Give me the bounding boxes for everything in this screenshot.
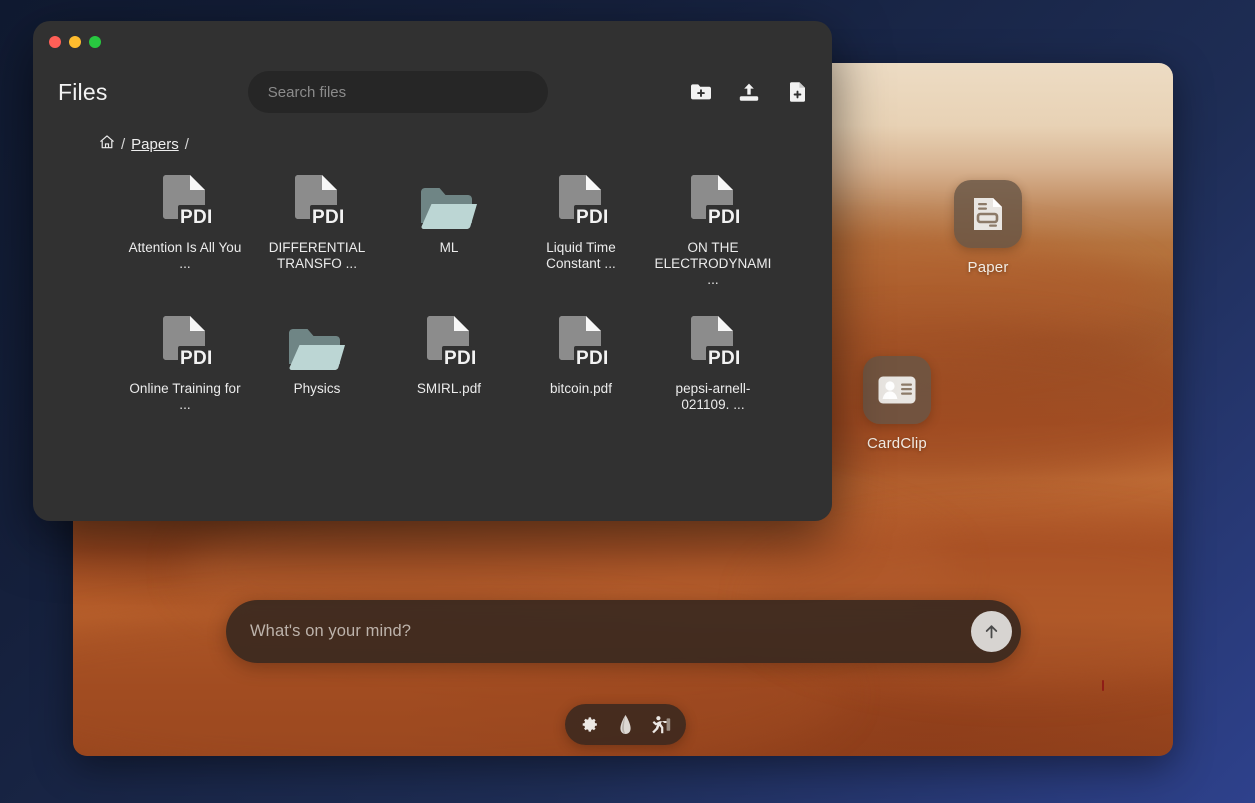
files-window-header: Files: [33, 59, 832, 125]
folder-icon-wrap: [288, 310, 346, 372]
pdf-file-icon: PDF: [163, 316, 211, 369]
breadcrumb: / Papers /: [99, 134, 189, 154]
pdf-file-icon: PDF: [559, 316, 607, 369]
file-grid-item[interactable]: Physics: [251, 302, 383, 413]
header-actions: [688, 79, 810, 105]
file-grid-item[interactable]: PDF DIFFERENTIAL TRANSFO ...: [251, 161, 383, 288]
dock-item-exit[interactable]: [649, 713, 673, 737]
pdf-file-icon: PDF: [163, 175, 211, 228]
desktop-icon-label: CardClip: [867, 435, 927, 452]
exit-run-icon: [652, 716, 671, 734]
breadcrumb-home-button[interactable]: [99, 134, 115, 154]
file-grid-item[interactable]: ML: [383, 161, 515, 288]
search-input[interactable]: [267, 83, 528, 101]
window-traffic-lights: [43, 30, 107, 54]
pdf-icon-wrap: PDF: [687, 310, 739, 372]
desktop-icon-label: Paper: [967, 259, 1009, 276]
svg-text:PDF: PDF: [576, 348, 607, 369]
file-item-label: Liquid Time Constant ...: [546, 240, 616, 271]
search-box[interactable]: [247, 71, 548, 113]
folder-plus-icon: [691, 84, 711, 100]
chat-send-button[interactable]: [971, 611, 1012, 652]
window-minimize-button[interactable]: [69, 36, 81, 48]
file-item-label: Online Training for ...: [129, 381, 241, 412]
pdf-icon-wrap: PDF: [423, 310, 475, 372]
folder-icon-wrap: [420, 169, 478, 231]
file-item-label: DIFFERENTIAL TRANSFO ...: [268, 240, 366, 271]
files-window: Files Search files / Papers / PD Attenti…: [33, 21, 832, 521]
pdf-file-icon: PDF: [691, 175, 739, 228]
window-close-button[interactable]: [49, 36, 61, 48]
pdf-file-icon: PDF: [559, 175, 607, 228]
file-grid-item[interactable]: PDF SMIRL.pdf: [383, 302, 515, 413]
lamp-icon: [620, 715, 631, 734]
breadcrumb-trailing-separator: /: [184, 135, 189, 153]
file-item-label: ML: [439, 240, 459, 255]
file-grid-item[interactable]: PDF Liquid Time Constant ...: [515, 161, 647, 288]
desktop-dock: [565, 704, 686, 745]
breadcrumb-item-papers[interactable]: Papers: [131, 136, 179, 153]
folder-icon: [289, 329, 345, 370]
file-item-label: bitcoin.pdf: [549, 381, 613, 396]
gear-icon: [582, 717, 597, 732]
breadcrumb-separator: /: [121, 135, 126, 153]
pdf-file-icon: PDF: [295, 175, 343, 228]
arrow-up-icon: [985, 625, 998, 639]
pdf-icon-wrap: PDF: [555, 310, 607, 372]
new-folder-button[interactable]: [688, 79, 714, 105]
pdf-file-icon: PDF: [691, 316, 739, 369]
svg-text:PDF: PDF: [444, 348, 475, 369]
wallpaper-figure: [1101, 679, 1104, 691]
dock-item-lamp[interactable]: [614, 713, 638, 737]
desktop-icon-paper[interactable]: Paper: [933, 180, 1043, 276]
file-item-label: Attention Is All You ...: [128, 240, 242, 271]
pdf-icon-wrap: PDF: [687, 169, 739, 231]
contact-card-app-icon: [878, 376, 916, 404]
chat-input-bar[interactable]: What's on your mind?: [226, 600, 1021, 663]
file-item-label: ON THE ELECTRODYNAMI ...: [654, 240, 772, 287]
pdf-icon-wrap: PDF: [159, 310, 211, 372]
svg-text:PDF: PDF: [180, 207, 211, 228]
file-item-label: Physics: [293, 381, 341, 396]
document-app-icon: [974, 198, 1002, 230]
upload-icon: [739, 83, 759, 101]
svg-text:PDF: PDF: [708, 207, 739, 228]
window-maximize-button[interactable]: [89, 36, 101, 48]
pdf-icon-wrap: PDF: [159, 169, 211, 231]
pdf-icon-wrap: PDF: [291, 169, 343, 231]
svg-text:PDF: PDF: [180, 348, 211, 369]
desktop-icon-cardclip[interactable]: CardClip: [842, 356, 952, 452]
file-grid-item[interactable]: PDF Attention Is All You ...: [119, 161, 251, 288]
file-grid-item[interactable]: PDF bitcoin.pdf: [515, 302, 647, 413]
file-grid-item[interactable]: PDF ON THE ELECTRODYNAMI ...: [647, 161, 779, 288]
pdf-icon-wrap: PDF: [555, 169, 607, 231]
home-icon: [100, 135, 114, 149]
file-grid-item[interactable]: PDF pepsi-arnell-021109. ...: [647, 302, 779, 413]
page-title: Files: [58, 78, 108, 105]
new-file-button[interactable]: [784, 79, 810, 105]
svg-text:PDF: PDF: [312, 207, 343, 228]
search-area: [108, 71, 688, 113]
cardclip-icon-tile: [863, 356, 931, 424]
upload-button[interactable]: [736, 79, 762, 105]
file-grid-item[interactable]: PDF Online Training for ...: [119, 302, 251, 413]
dock-item-settings[interactable]: [579, 713, 603, 737]
svg-text:PDF: PDF: [576, 207, 607, 228]
pdf-file-icon: PDF: [427, 316, 475, 369]
file-item-label: SMIRL.pdf: [416, 381, 482, 396]
svg-text:PDF: PDF: [708, 348, 739, 369]
paper-icon-tile: [954, 180, 1022, 248]
file-plus-icon: [789, 82, 805, 102]
file-item-label: pepsi-arnell-021109. ...: [675, 381, 751, 412]
file-grid: PDF Attention Is All You ... PDF DIFFERE…: [119, 161, 809, 413]
folder-icon: [421, 188, 477, 229]
chat-input-placeholder[interactable]: What's on your mind?: [250, 622, 971, 641]
